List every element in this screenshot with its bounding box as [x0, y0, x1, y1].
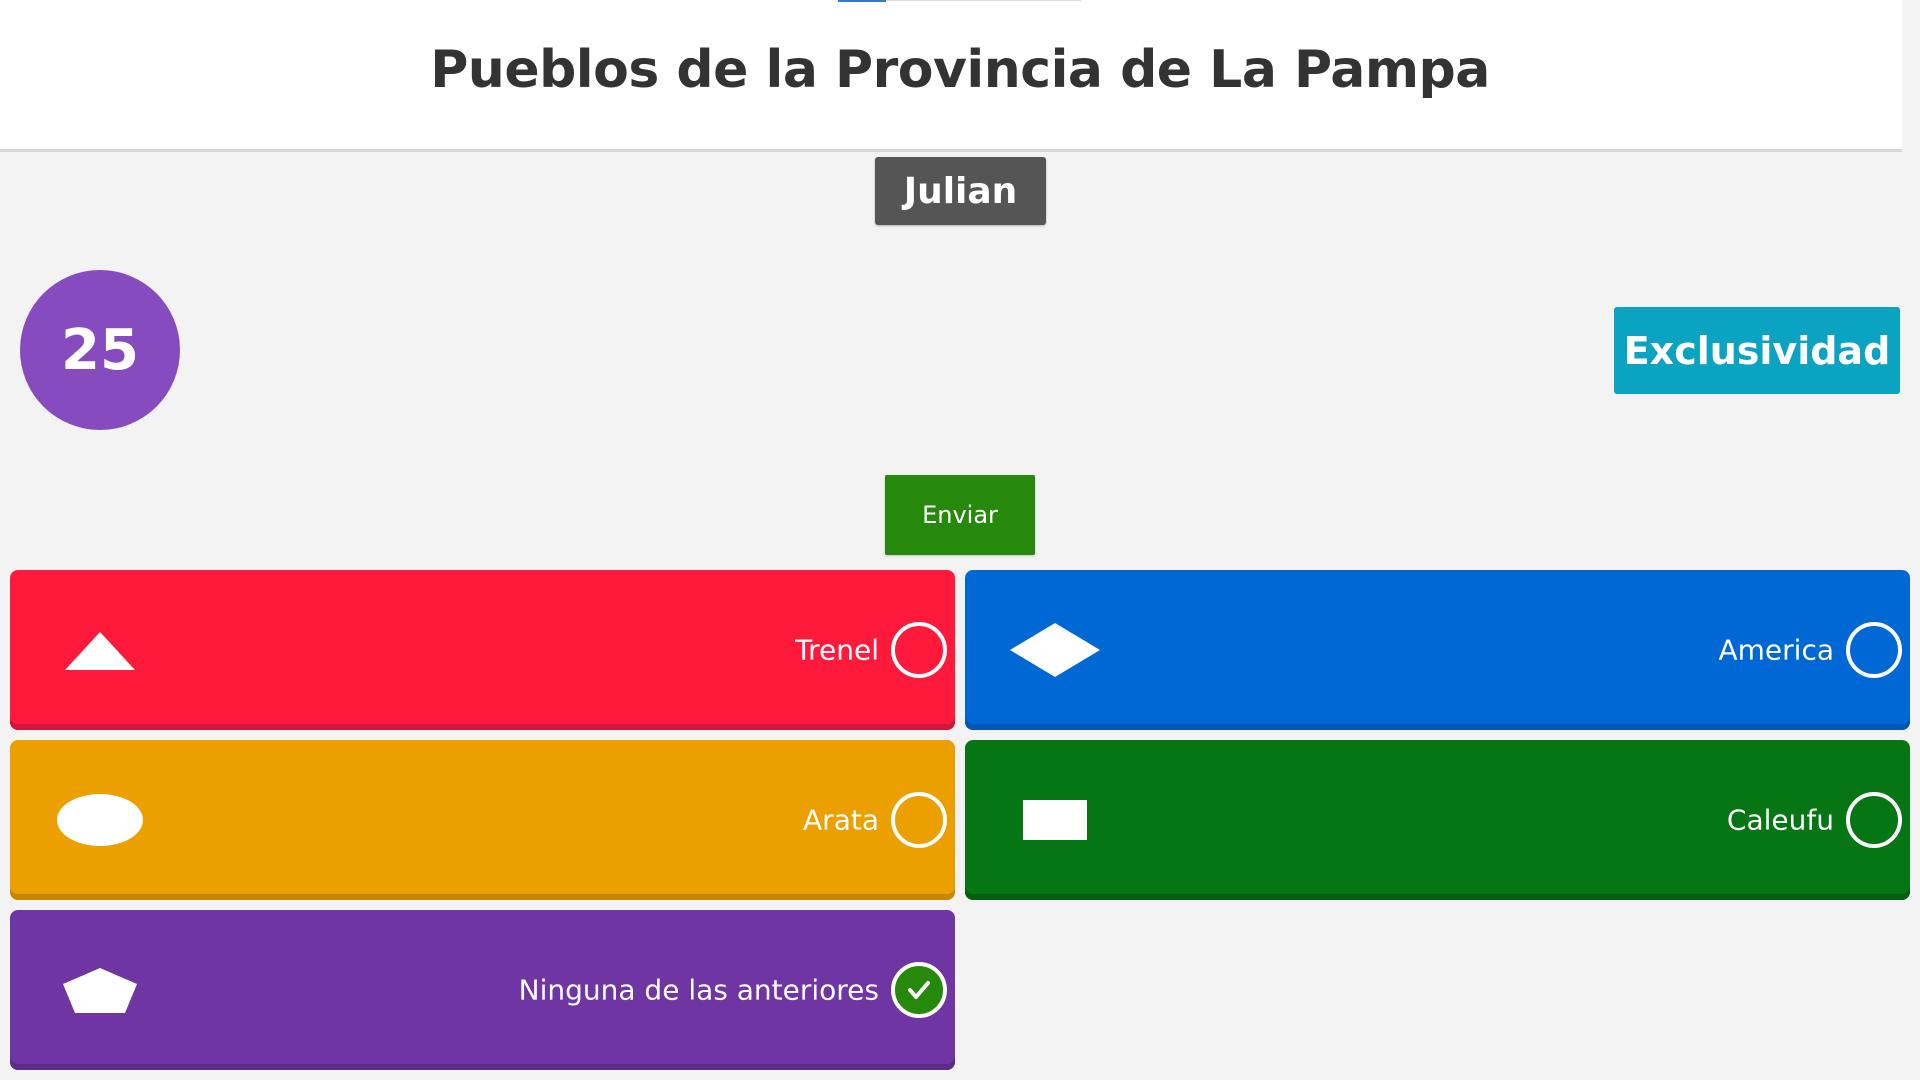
answer-option-america[interactable]: America: [965, 570, 1910, 730]
page-title: Pueblos de la Provincia de La Pampa: [430, 40, 1490, 100]
answer-option-ninguna[interactable]: Ninguna de las anteriores: [10, 910, 955, 1070]
header-divider: [886, 0, 1081, 1]
answer-checkbox[interactable]: [891, 622, 947, 678]
rectangle-icon: [1023, 800, 1087, 840]
answer-option-caleufu[interactable]: Caleufu: [965, 740, 1910, 900]
answer-label: Trenel: [795, 633, 879, 667]
game-mode-badge: Exclusividad: [1614, 307, 1900, 394]
ellipse-icon: [57, 794, 143, 846]
pentagon-icon: [63, 968, 137, 1013]
answer-label: Caleufu: [1726, 803, 1834, 837]
answer-checkbox[interactable]: [891, 792, 947, 848]
page-header: Pueblos de la Provincia de La Pampa: [0, 0, 1902, 152]
triangle-icon: [65, 632, 135, 670]
submit-button[interactable]: Enviar: [885, 475, 1035, 555]
checkmark-icon[interactable]: [891, 962, 947, 1018]
player-name-badge: Julian: [875, 157, 1046, 225]
check-glyph-icon: [908, 981, 930, 999]
answer-label: Arata: [803, 803, 879, 837]
answer-checkbox[interactable]: [1846, 622, 1902, 678]
answer-label: America: [1718, 633, 1835, 667]
header-accent-bar: [838, 0, 886, 2]
diamond-icon: [1010, 623, 1100, 677]
answer-option-trenel[interactable]: Trenel: [10, 570, 955, 730]
answer-checkbox[interactable]: [1846, 792, 1902, 848]
countdown-timer: 25: [20, 270, 180, 430]
answer-label: Ninguna de las anteriores: [518, 973, 879, 1007]
answer-option-arata[interactable]: Arata: [10, 740, 955, 900]
